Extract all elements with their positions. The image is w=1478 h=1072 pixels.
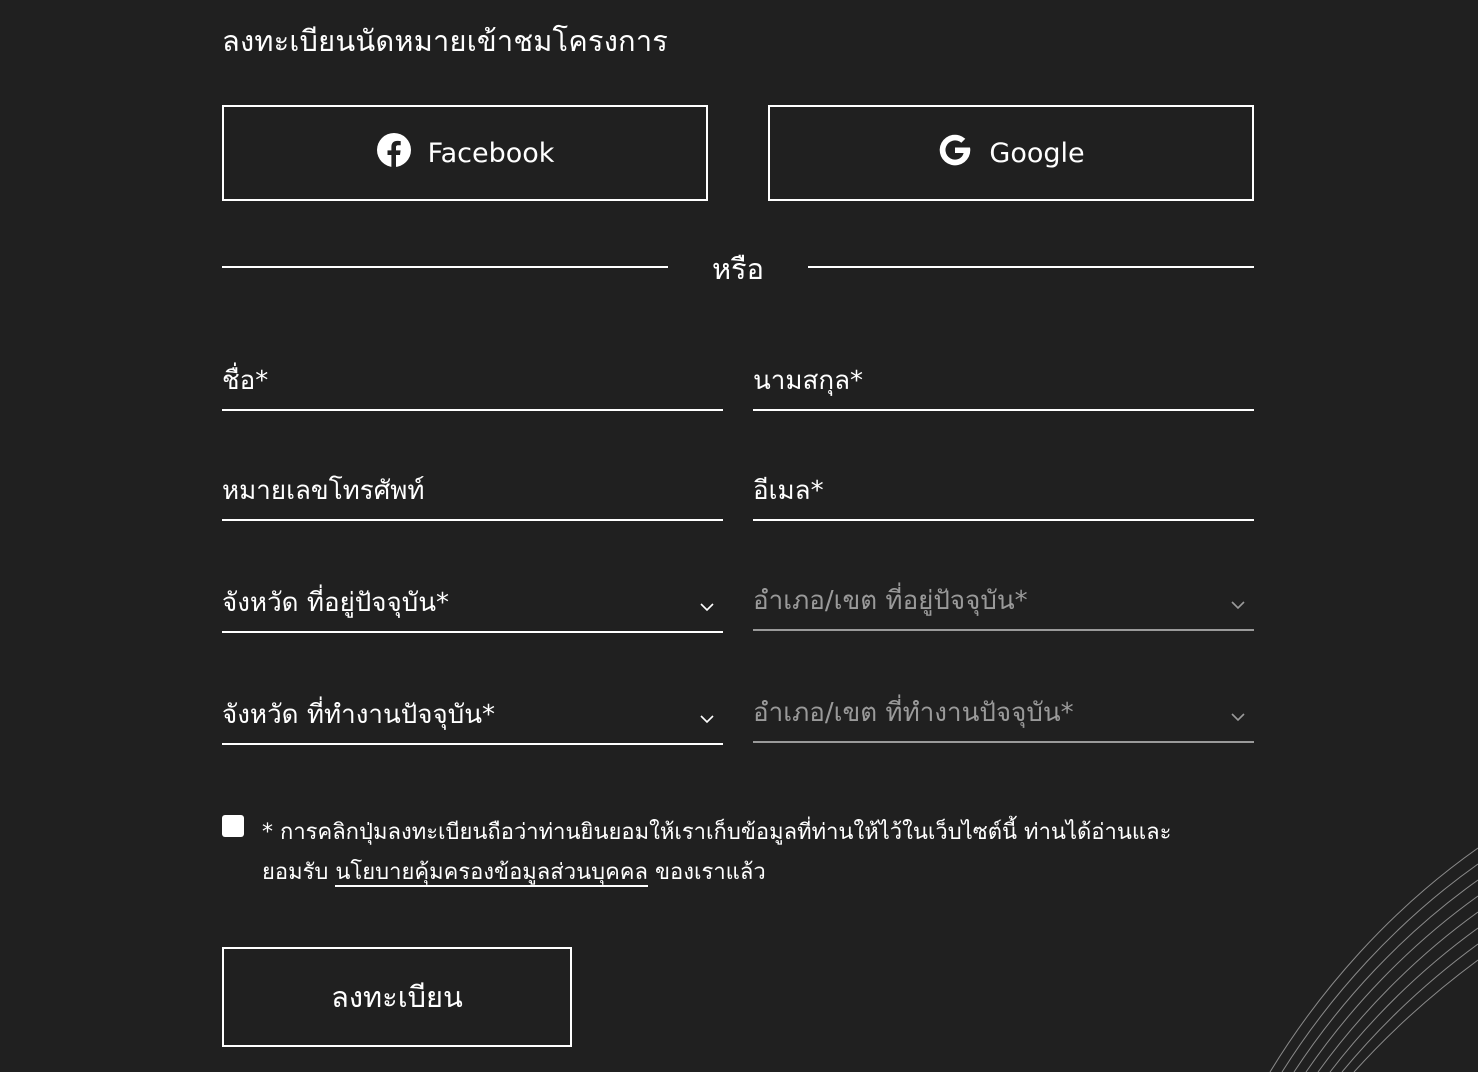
decorative-lines <box>1269 847 1478 1072</box>
facebook-icon <box>376 132 412 175</box>
home-district-select[interactable]: อำเภอ/เขต ที่อยู่ปัจจุบัน* <box>753 586 1254 631</box>
work-province-select[interactable]: จังหวัด ที่ทำงานปัจจุบัน* <box>222 700 723 745</box>
divider-line-left <box>222 266 668 268</box>
home-province-select[interactable]: จังหวัด ที่อยู่ปัจจุบัน* <box>222 588 723 633</box>
divider-text: หรือ <box>711 252 765 286</box>
email-label: อีเมล* <box>753 476 824 506</box>
consent-checkbox[interactable] <box>222 815 244 837</box>
consent-section: * การคลิกปุ่มลงทะเบียนถือว่าท่านยินยอมให… <box>222 813 1232 893</box>
work-district-select[interactable]: อำเภอ/เขต ที่ทำงานปัจจุบัน* <box>753 698 1254 743</box>
last-name-label: นามสกุล* <box>753 366 864 396</box>
last-name-field[interactable]: นามสกุล* <box>753 366 1254 411</box>
google-icon <box>937 132 973 175</box>
facebook-login-button[interactable]: Facebook <box>222 105 708 201</box>
consent-text-after: ของเราแล้ว <box>648 860 766 885</box>
privacy-policy-link[interactable]: นโยบายคุ้มครองข้อมูลส่วนบุคคล <box>335 860 648 887</box>
google-label: Google <box>989 137 1085 169</box>
divider-line-right <box>808 266 1254 268</box>
home-district-label: อำเภอ/เขต ที่อยู่ปัจจุบัน* <box>753 586 1028 616</box>
phone-field[interactable]: หมายเลขโทรศัพท์ <box>222 476 723 521</box>
google-login-button[interactable]: Google <box>768 105 1254 201</box>
work-district-label: อำเภอ/เขต ที่ทำงานปัจจุบัน* <box>753 698 1074 728</box>
chevron-down-icon <box>700 715 714 724</box>
work-province-label: จังหวัด ที่ทำงานปัจจุบัน* <box>222 700 496 730</box>
register-button[interactable]: ลงทะเบียน <box>222 947 572 1047</box>
first-name-field[interactable]: ชื่อ* <box>222 366 723 411</box>
chevron-down-icon <box>1231 713 1245 722</box>
phone-label: หมายเลขโทรศัพท์ <box>222 476 425 506</box>
home-province-label: จังหวัด ที่อยู่ปัจจุบัน* <box>222 588 450 618</box>
email-field[interactable]: อีเมล* <box>753 476 1254 521</box>
consent-text: * การคลิกปุ่มลงทะเบียนถือว่าท่านยินยอมให… <box>262 813 1232 893</box>
first-name-label: ชื่อ* <box>222 366 269 396</box>
page-title: ลงทะเบียนนัดหมายเข้าชมโครงการ <box>222 24 669 58</box>
chevron-down-icon <box>700 603 714 612</box>
chevron-down-icon <box>1231 601 1245 610</box>
register-button-label: ลงทะเบียน <box>331 980 463 1014</box>
facebook-label: Facebook <box>427 137 555 169</box>
